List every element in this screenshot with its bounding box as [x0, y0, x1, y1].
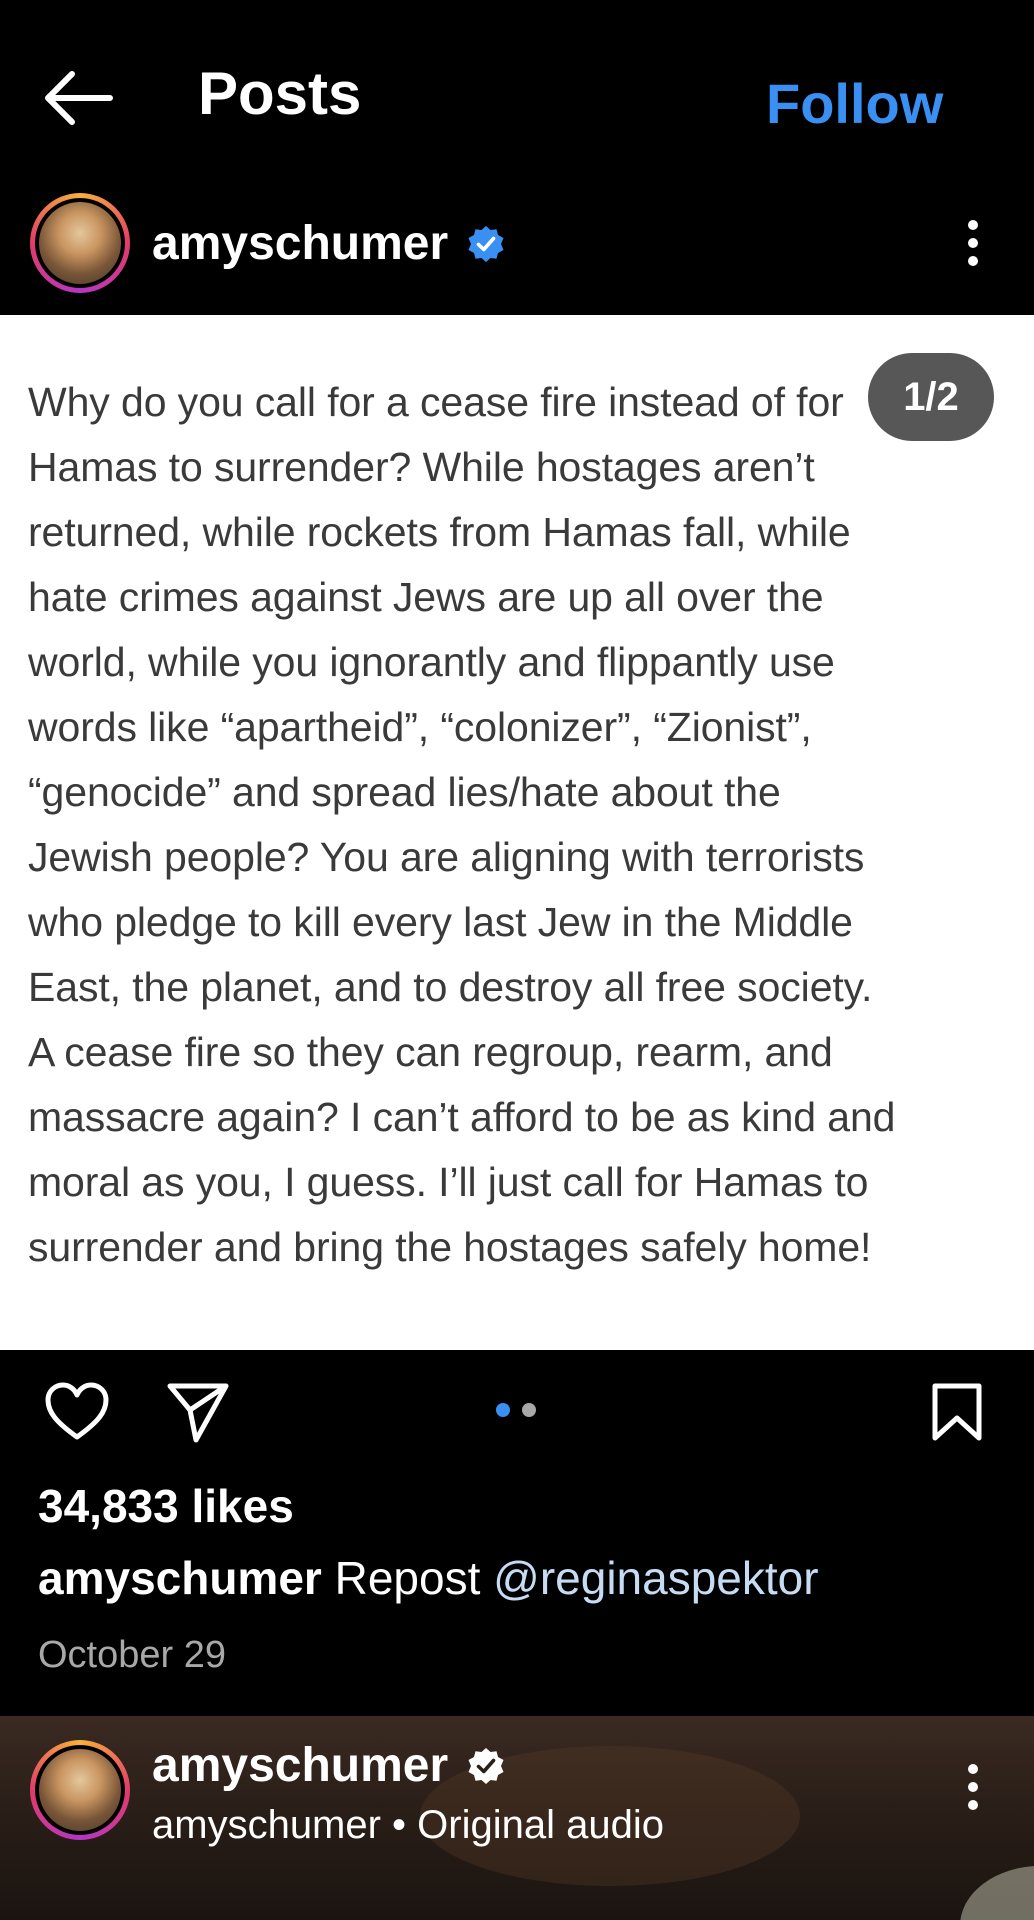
next-post-avatar[interactable] [30, 1740, 130, 1840]
save-button[interactable] [930, 1382, 984, 1442]
verified-badge-icon [466, 224, 506, 264]
carousel-position-badge: 1/2 [868, 353, 994, 441]
like-button[interactable] [44, 1382, 110, 1442]
next-post-username[interactable]: amyschumer [152, 1736, 448, 1796]
page-title: Posts [198, 60, 362, 127]
carousel-dot-active [496, 1403, 510, 1417]
carousel-indicator [496, 1403, 536, 1417]
post-date: October 29 [38, 1634, 226, 1676]
send-icon [167, 1383, 229, 1443]
bookmark-icon [932, 1383, 982, 1441]
original-audio-link[interactable]: amyschumer • Original audio [152, 1798, 664, 1852]
caption-username[interactable]: amyschumer [38, 1552, 322, 1604]
caption-mention-link[interactable]: @reginaspektor [493, 1552, 818, 1604]
follow-button[interactable]: Follow [766, 66, 943, 142]
post-username[interactable]: amyschumer [152, 214, 448, 274]
more-vertical-icon [968, 220, 978, 266]
next-post-more-options-button[interactable] [950, 1762, 996, 1812]
more-vertical-icon [968, 1764, 978, 1810]
share-button[interactable] [166, 1380, 230, 1444]
more-options-button[interactable] [950, 218, 996, 268]
likes-count[interactable]: 34,833 likes [38, 1476, 294, 1536]
arrow-left-icon [45, 71, 113, 125]
back-button[interactable] [40, 68, 116, 128]
avatar[interactable] [30, 193, 130, 293]
heart-icon [45, 1382, 109, 1440]
post-image-text: Why do you call for a cease fire instead… [28, 379, 896, 1270]
post-caption: amyschumer Repost @reginaspektor [38, 1548, 819, 1608]
verified-badge-icon [466, 1746, 506, 1786]
carousel-dot [522, 1403, 536, 1417]
caption-text: Repost [334, 1552, 481, 1604]
